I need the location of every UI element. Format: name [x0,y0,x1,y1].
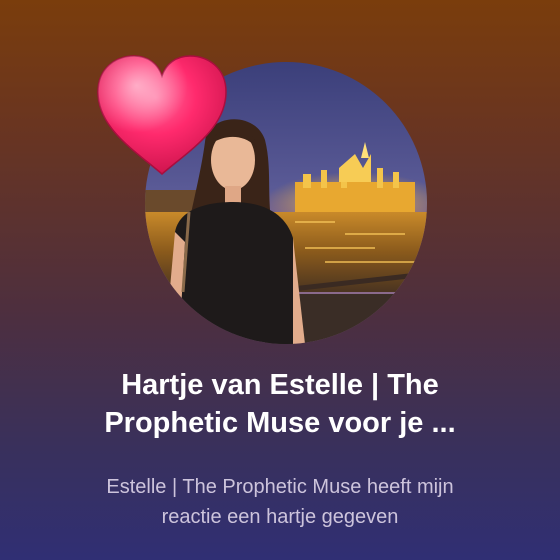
notification-title: Hartje van Estelle | The Prophetic Muse … [104,369,456,439]
heart-icon [97,55,227,175]
notification-body: Estelle | The Prophetic Muse heeft mijn … [106,476,454,528]
